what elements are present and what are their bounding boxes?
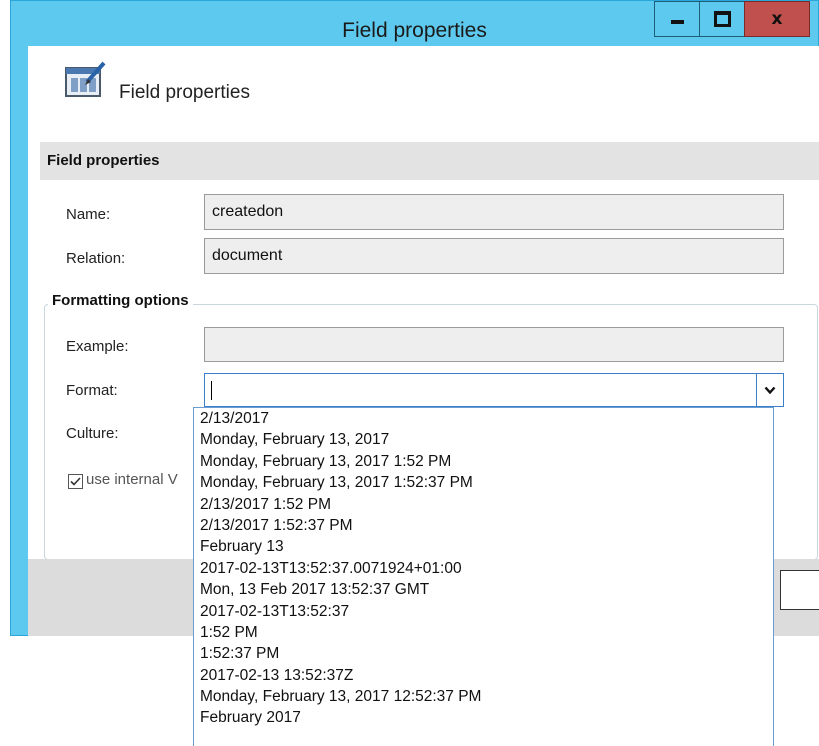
format-option[interactable]: 1:52:37 PM [194, 643, 773, 664]
format-option[interactable]: 1:52 PM [194, 622, 773, 643]
section-header: Field properties [40, 142, 819, 180]
format-option[interactable]: 2/13/2017 1:52:37 PM [194, 515, 773, 536]
title-bar[interactable]: Field properties x [11, 1, 818, 47]
name-label: Name: [66, 206, 111, 223]
maximize-button[interactable] [699, 1, 745, 37]
culture-label: Culture: [66, 425, 119, 442]
format-dropdown-button[interactable] [756, 374, 783, 406]
close-icon: x [771, 9, 783, 29]
minimize-icon [670, 20, 684, 24]
text-cursor [211, 381, 212, 400]
format-option[interactable]: 2017-02-13T13:52:37 [194, 601, 773, 622]
format-option[interactable]: Mon, 13 Feb 2017 13:52:37 GMT [194, 579, 773, 600]
format-option[interactable]: 2/13/2017 1:52 PM [194, 494, 773, 515]
relation-label: Relation: [66, 250, 126, 267]
maximize-icon [713, 11, 731, 27]
section-label: Field properties [47, 152, 160, 169]
checkmark-icon [70, 477, 81, 486]
relation-field[interactable]: document [204, 238, 784, 274]
format-option[interactable]: February 2017 [194, 707, 773, 728]
format-option[interactable]: Monday, February 13, 2017 [194, 429, 773, 450]
minimize-button[interactable] [654, 1, 700, 37]
dialog-header: Field properties [28, 46, 819, 141]
format-option[interactable]: Monday, February 13, 2017 1:52 PM [194, 451, 773, 472]
format-option[interactable]: 2017-02-13T13:52:37.0071924+01:00 [194, 558, 773, 579]
use-internal-label: use internal V [86, 471, 178, 488]
dialog-heading: Field properties [119, 82, 250, 103]
format-select[interactable] [204, 373, 784, 407]
table-edit-icon [65, 61, 106, 97]
format-option[interactable]: 2/13/2017 [194, 408, 773, 429]
name-field[interactable]: createdon [204, 194, 784, 230]
format-option[interactable]: Monday, February 13, 2017 1:52:37 PM [194, 472, 773, 493]
example-label: Example: [66, 338, 129, 355]
format-option[interactable]: Monday, February 13, 2017 12:52:37 PM [194, 686, 773, 707]
close-button[interactable]: x [744, 1, 810, 37]
use-internal-checkbox[interactable] [68, 474, 83, 489]
format-dropdown-list: 2/13/2017 Monday, February 13, 2017 Monday… [193, 407, 774, 746]
format-option[interactable]: February 13 [194, 536, 773, 557]
formatting-options-legend: Formatting options [48, 292, 193, 309]
format-label: Format: [66, 382, 118, 399]
example-field[interactable] [204, 327, 784, 362]
chevron-down-icon [764, 386, 776, 394]
format-option[interactable]: 2017-02-13 13:52:37Z [194, 665, 773, 686]
footer-button[interactable] [780, 570, 819, 610]
